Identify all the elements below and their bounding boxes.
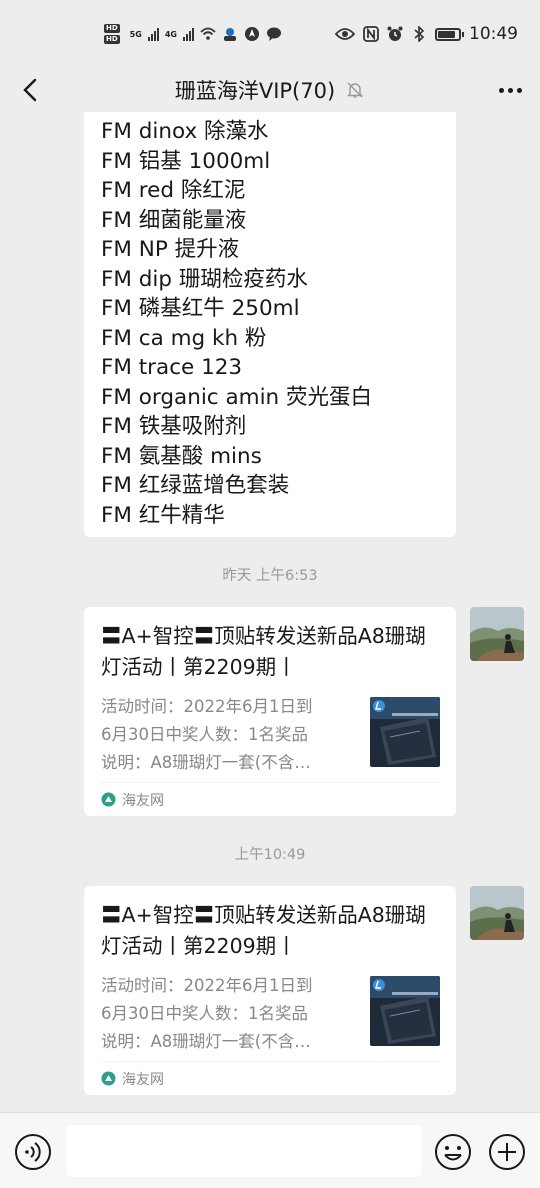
card-source: 海友网 [101, 1061, 440, 1095]
battery-level-fill [438, 30, 455, 38]
emoji-icon[interactable] [434, 1133, 472, 1171]
card-description: 活动时间：2022年6月1日到 6月30日中奖人数：1名奖品 说明：A8珊瑚灯一… [101, 693, 351, 777]
card-desc-line: 活动时间：2022年6月1日到 [101, 976, 313, 995]
net2-label: 4G [164, 29, 177, 39]
link-card[interactable]: 〓A+智控〓顶贴转发送新品A8珊瑚灯活动丨第2209期丨 活动时间：2022年6… [84, 886, 456, 1095]
text-message-line: FM red 除红泥 [101, 178, 246, 203]
card-description: 活动时间：2022年6月1日到 6月30日中奖人数：1名奖品 说明：A8珊瑚灯一… [101, 972, 351, 1056]
text-message-line: FM 磷基红牛 250ml [101, 296, 300, 321]
clock-time: 10:49 [469, 24, 518, 44]
text-message-line: FM dip 珊瑚检疫药水 [101, 266, 308, 292]
wifi-icon [200, 27, 216, 40]
card-source: 海友网 [101, 782, 440, 816]
sim2-label: HD [104, 35, 120, 44]
app-notification-icon [223, 28, 236, 41]
message-input[interactable] [66, 1125, 422, 1177]
avatar[interactable] [470, 607, 524, 661]
text-message-line: FM NP 提升液 [101, 237, 240, 262]
source-name: 海友网 [122, 1071, 164, 1088]
status-bar: HD HD 5G 4G 10:49 [0, 0, 540, 68]
message-app-icon [266, 27, 281, 41]
text-message-line: FM 红牛精华 [101, 502, 225, 528]
card-desc-line: 说明：A8珊瑚灯一套(不含… [101, 753, 311, 772]
card-thumbnail [370, 697, 440, 767]
more-dots-icon[interactable] [494, 74, 526, 106]
card-desc-line: 6月30日中奖人数：1名奖品 [101, 725, 308, 744]
back-arrow-icon[interactable] [16, 74, 48, 106]
compass-app-icon [244, 27, 259, 41]
title-group: 珊蓝海洋VIP(70) [175, 75, 365, 105]
source-app-icon [101, 792, 116, 807]
signal2-icon [182, 27, 194, 41]
source-name: 海友网 [122, 792, 164, 809]
text-message-line: FM 铝基 1000ml [101, 148, 271, 174]
card-desc-line: 6月30日中奖人数：1名奖品 [101, 1004, 308, 1023]
card-title: 〓A+智控〓顶贴转发送新品A8珊瑚灯活动丨第2209期丨 [101, 903, 426, 958]
text-message-bubble[interactable]: FM dinox 除藻水 FM 铝基 1000ml FM red 除红泥 FM 细菌能… [84, 112, 456, 537]
text-message-line: FM 细菌能量液 [101, 207, 247, 233]
battery-icon [435, 27, 464, 41]
text-message-line: FM trace 123 [101, 355, 243, 380]
sim1-label: HD [104, 24, 120, 33]
status-left: HD HD 5G 4G [104, 24, 282, 44]
eye-icon [335, 28, 355, 40]
bluetooth-icon [414, 26, 425, 42]
mute-bell-icon [346, 82, 364, 98]
plus-icon[interactable] [488, 1133, 526, 1171]
text-message-line: FM ca mg kh 粉 [101, 325, 267, 351]
card-thumbnail [370, 976, 440, 1046]
text-message-line: FM 铁基吸附剂 [101, 414, 247, 439]
input-bar [0, 1112, 540, 1188]
text-message-line: FM organic amin 荧光蛋白 [101, 384, 372, 410]
card-body: 活动时间：2022年6月1日到 6月30日中奖人数：1名奖品 说明：A8珊瑚灯一… [101, 972, 440, 1056]
net1-label: 5G [129, 29, 142, 39]
voice-icon[interactable] [14, 1133, 52, 1171]
timestamp: 上午10:49 [234, 847, 306, 863]
text-message-line: FM 红绿蓝增色套装 [101, 473, 290, 498]
sim-indicators: HD HD [104, 24, 120, 44]
card-title: 〓A+智控〓顶贴转发送新品A8珊瑚灯活动丨第2209期丨 [101, 624, 426, 679]
chat-title: 珊蓝海洋VIP(70) [174, 79, 336, 103]
source-app-icon [101, 1071, 116, 1086]
card-body: 活动时间：2022年6月1日到 6月30日中奖人数：1名奖品 说明：A8珊瑚灯一… [101, 693, 440, 777]
text-message-line: FM dinox 除藻水 [101, 119, 269, 144]
card-desc-line: 活动时间：2022年6月1日到 [101, 697, 313, 716]
signal1-icon [147, 27, 159, 41]
link-card[interactable]: 〓A+智控〓顶贴转发送新品A8珊瑚灯活动丨第2209期丨 活动时间：2022年6… [84, 607, 456, 816]
avatar[interactable] [470, 886, 524, 940]
message-list[interactable]: FM dinox 除藻水 FM 铝基 1000ml FM red 除红泥 FM 细菌能… [0, 112, 540, 1112]
chat-header: 珊蓝海洋VIP(70) [0, 68, 540, 112]
nfc-icon [363, 26, 379, 42]
alarm-icon [387, 26, 403, 41]
timestamp: 昨天 上午6:53 [222, 568, 318, 584]
card-desc-line: 说明：A8珊瑚灯一套(不含… [101, 1032, 311, 1051]
status-right: 10:49 [335, 24, 518, 44]
text-message-line: FM 氨基酸 mins [101, 443, 262, 469]
